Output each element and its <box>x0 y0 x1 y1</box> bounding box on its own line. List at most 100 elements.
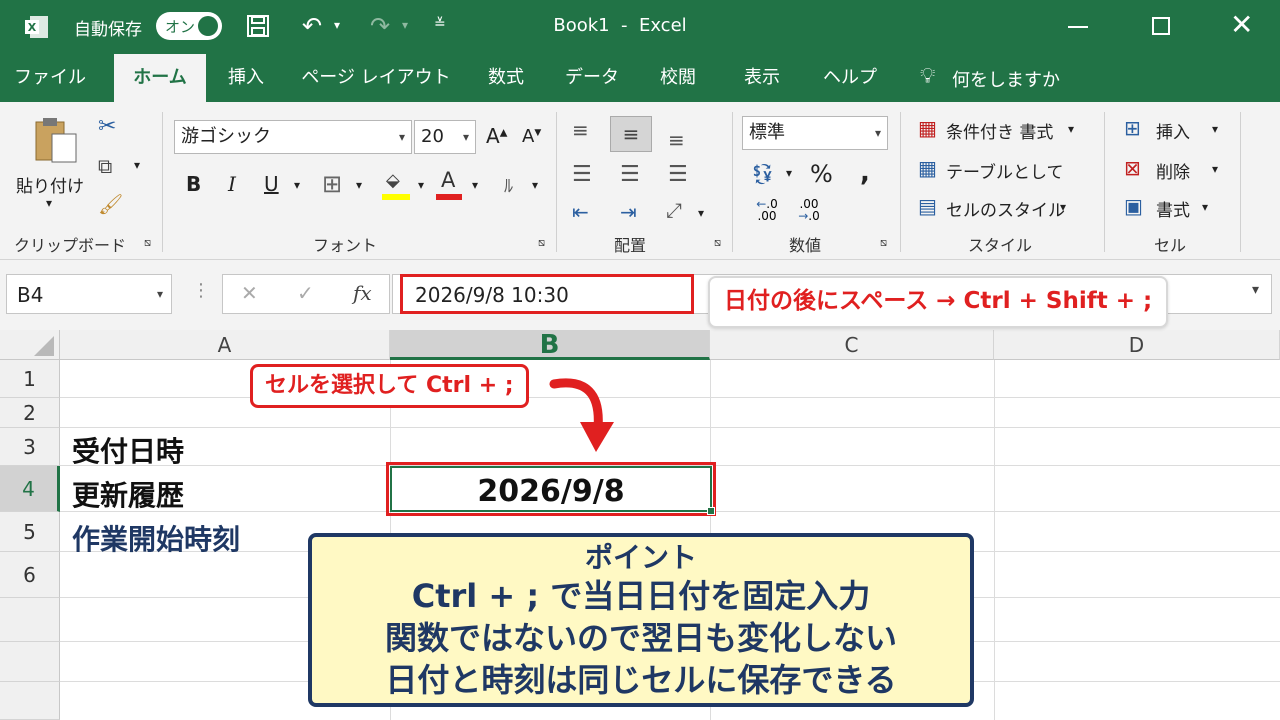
close-icon[interactable]: ✕ <box>1230 8 1253 41</box>
decrease-decimal-button[interactable]: .00 →.0 <box>794 198 824 222</box>
customize-qat-icon[interactable]: ≚ <box>434 16 446 32</box>
borders-dropdown-icon[interactable]: ▾ <box>356 178 362 192</box>
align-right-icon[interactable]: ☰ <box>668 162 688 187</box>
row-header-3[interactable]: 3 <box>0 428 60 466</box>
delete-cells-button[interactable]: 削除 <box>1156 158 1190 183</box>
fill-color-dropdown-icon[interactable]: ▾ <box>418 178 424 192</box>
alignment-launcher-icon[interactable]: ⧅ <box>714 236 721 250</box>
cell-styles-icon[interactable]: ▤ <box>918 194 937 218</box>
cancel-icon[interactable]: ✕ <box>241 281 258 305</box>
copy-dropdown-icon[interactable]: ▾ <box>134 158 140 172</box>
format-as-table-icon[interactable]: ▦ <box>918 156 937 180</box>
undo-icon[interactable]: ↶ <box>302 12 322 40</box>
font-color-dropdown-icon[interactable]: ▾ <box>472 178 478 192</box>
increase-decimal-button[interactable]: ←.0.00 <box>752 198 782 222</box>
font-launcher-icon[interactable]: ⧅ <box>538 236 545 250</box>
cut-icon[interactable]: ✂ <box>98 114 116 139</box>
phonetic-dropdown-icon[interactable]: ▾ <box>532 178 538 192</box>
row-header-1[interactable]: 1 <box>0 360 60 398</box>
redo-dropdown-icon[interactable]: ▾ <box>402 18 408 32</box>
undo-dropdown-icon[interactable]: ▾ <box>334 18 340 32</box>
tab-home[interactable]: ホーム <box>114 54 206 102</box>
align-center-icon[interactable]: ☰ <box>620 162 640 187</box>
cell-styles-button[interactable]: セルのスタイル <box>946 196 1065 221</box>
select-all-corner[interactable] <box>0 330 60 360</box>
number-format-select[interactable]: 標準 ▾ <box>742 116 888 150</box>
conditional-dropdown-icon[interactable]: ▾ <box>1068 122 1074 136</box>
align-top-icon[interactable]: ≡ <box>572 118 589 142</box>
name-box[interactable]: B4 ▾ <box>6 274 172 314</box>
comma-style-button[interactable]: , <box>860 158 870 188</box>
copy-icon[interactable]: ⧉ <box>98 154 112 178</box>
accounting-format-icon[interactable]: 💱︎ <box>750 162 775 186</box>
orientation-icon[interactable]: ⤢ <box>666 198 682 222</box>
decrease-indent-icon[interactable]: ⇤ <box>572 200 589 224</box>
column-header-b[interactable]: B <box>390 330 710 360</box>
cell-styles-dropdown-icon[interactable]: ▾ <box>1060 200 1066 214</box>
insert-function-icon[interactable]: fx <box>353 281 372 305</box>
fill-handle[interactable] <box>707 507 715 515</box>
orientation-dropdown-icon[interactable]: ▾ <box>698 206 704 220</box>
tell-me-search[interactable]: 何をしますか <box>952 66 1060 92</box>
row-header-8[interactable] <box>0 642 60 682</box>
tab-file[interactable]: ファイル <box>0 54 100 102</box>
expand-formula-bar-icon[interactable]: ▾ <box>1252 282 1259 298</box>
tab-page-layout[interactable]: ページ レイアウト <box>292 54 460 102</box>
conditional-format-icon[interactable]: ▦ <box>918 116 937 140</box>
fill-color-icon[interactable]: ⬙ <box>382 170 412 200</box>
tab-data[interactable]: データ <box>552 54 632 102</box>
enter-icon[interactable]: ✓ <box>297 281 314 305</box>
align-left-icon[interactable]: ☰ <box>572 162 592 187</box>
shrink-font-icon[interactable]: A▼ <box>522 126 541 147</box>
cell-a4[interactable]: 更新履歴 <box>72 474 184 514</box>
column-header-a[interactable]: A <box>60 330 390 360</box>
underline-dropdown-icon[interactable]: ▾ <box>294 178 300 192</box>
delete-cells-icon[interactable]: ⊠ <box>1124 156 1141 180</box>
paste-icon[interactable] <box>30 114 80 168</box>
save-icon[interactable] <box>246 14 270 42</box>
row-header-6[interactable]: 6 <box>0 552 60 598</box>
column-header-c[interactable]: C <box>710 330 994 360</box>
insert-cells-button[interactable]: 挿入 <box>1156 118 1190 143</box>
underline-button[interactable]: U <box>264 172 279 196</box>
clipboard-launcher-icon[interactable]: ⧅ <box>144 236 151 250</box>
row-header-9[interactable] <box>0 682 60 720</box>
grow-font-icon[interactable]: A▲ <box>486 124 507 148</box>
maximize-icon[interactable] <box>1152 17 1170 35</box>
column-header-d[interactable]: D <box>994 330 1280 360</box>
insert-dropdown-icon[interactable]: ▾ <box>1212 122 1218 136</box>
align-middle-icon[interactable]: ≡ <box>610 116 652 152</box>
italic-button[interactable]: I <box>228 172 236 196</box>
format-as-table-button[interactable]: テーブルとして <box>946 158 1063 183</box>
number-launcher-icon[interactable]: ⧅ <box>880 236 887 250</box>
font-name-select[interactable]: 游ゴシック ▾ <box>174 120 412 154</box>
conditional-format-button[interactable]: 条件付き 書式 <box>946 118 1053 143</box>
tab-view[interactable]: 表示 <box>724 54 800 102</box>
percent-style-button[interactable]: % <box>810 160 833 188</box>
cell-b4[interactable]: 2026/9/8 <box>390 466 715 515</box>
paste-button[interactable]: 貼り付け <box>16 172 84 197</box>
format-cells-icon[interactable]: ▣ <box>1124 194 1143 218</box>
tab-formulas[interactable]: 数式 <box>470 54 542 102</box>
delete-dropdown-icon[interactable]: ▾ <box>1212 162 1218 176</box>
row-header-4[interactable]: 4 <box>0 466 60 512</box>
phonetic-guide-icon[interactable]: ﾙ <box>504 172 513 198</box>
splitter-dots-icon[interactable]: ⋮ <box>192 280 210 301</box>
bold-button[interactable]: B <box>186 172 201 196</box>
tab-insert[interactable]: 挿入 <box>210 54 282 102</box>
tab-help[interactable]: ヘルプ <box>808 54 892 102</box>
insert-cells-icon[interactable]: ⊞ <box>1124 116 1141 140</box>
cell-a3[interactable]: 受付日時 <box>72 430 184 470</box>
font-size-select[interactable]: 20 ▾ <box>414 120 476 154</box>
redo-icon[interactable]: ↷ <box>370 12 390 40</box>
format-painter-icon[interactable]: 🖌︎ <box>98 192 123 216</box>
borders-icon[interactable]: ⊞ <box>322 170 342 198</box>
paste-dropdown-icon[interactable]: ▾ <box>46 196 52 210</box>
row-header-7[interactable] <box>0 598 60 642</box>
row-header-2[interactable]: 2 <box>0 398 60 428</box>
autosave-toggle[interactable]: オン <box>156 12 222 40</box>
font-color-icon[interactable]: A <box>436 168 466 200</box>
increase-indent-icon[interactable]: ⇥ <box>620 200 637 224</box>
format-dropdown-icon[interactable]: ▾ <box>1202 200 1208 214</box>
format-cells-button[interactable]: 書式 <box>1156 196 1190 221</box>
